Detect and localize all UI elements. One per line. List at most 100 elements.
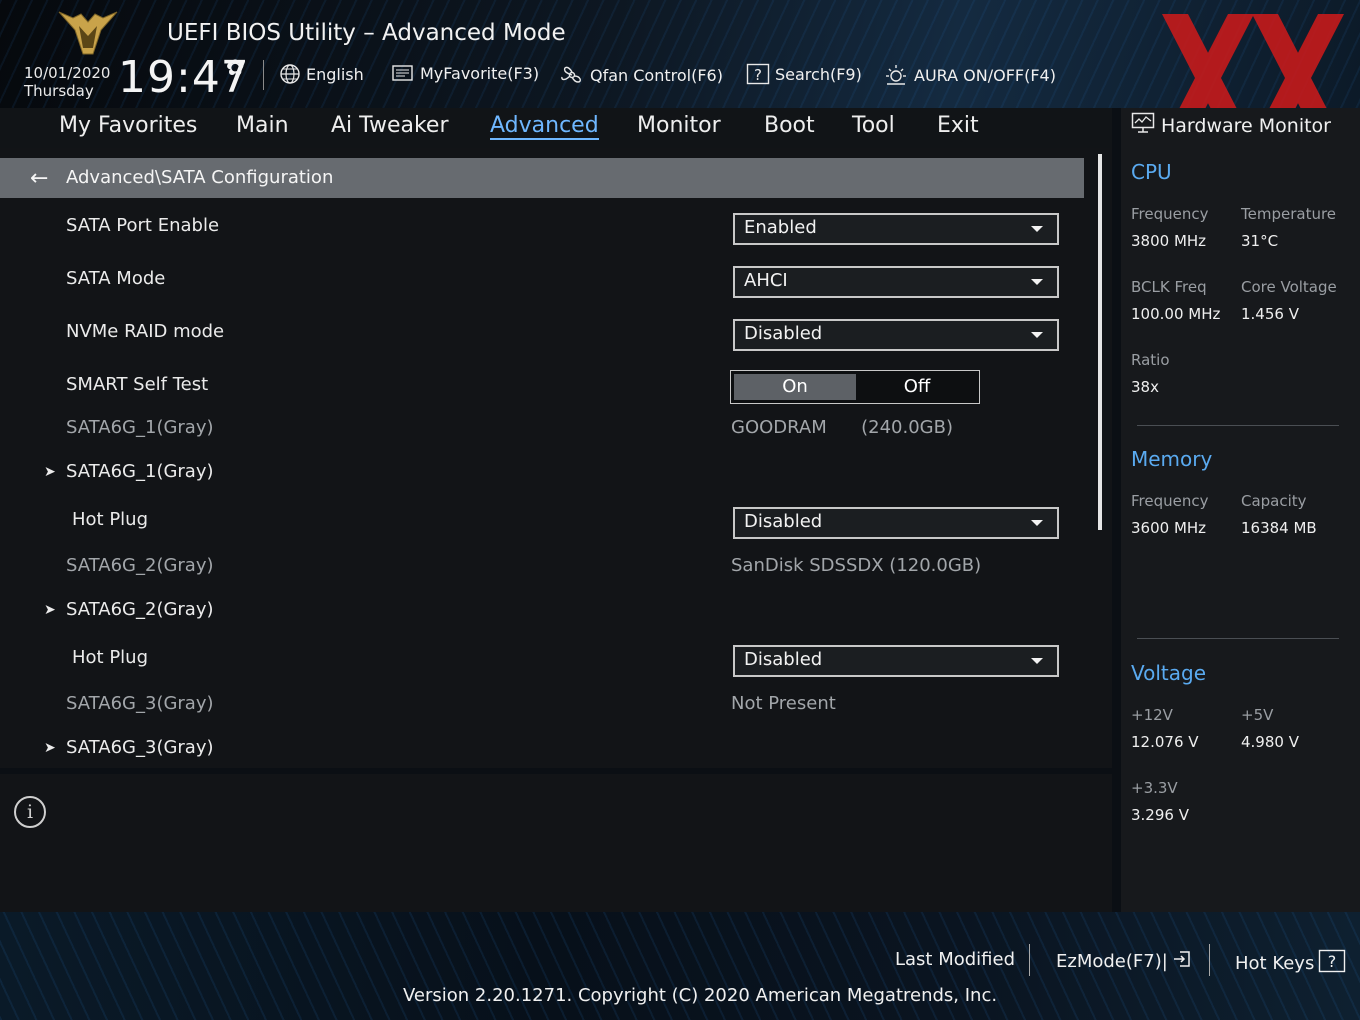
search-help-icon: ?: [746, 63, 770, 85]
back-arrow-icon[interactable]: ←: [30, 166, 48, 191]
tab-boot[interactable]: Boot: [764, 113, 815, 138]
port2-submenu[interactable]: SATA6G_2(Gray): [66, 599, 214, 620]
fan-icon: [559, 63, 585, 87]
aura-toggle-button[interactable]: AURA ON/OFF(F4): [883, 63, 1056, 87]
port3-submenu[interactable]: SATA6G_3(Gray): [66, 737, 214, 758]
port2-hotplug-dropdown[interactable]: Disabled: [733, 645, 1059, 677]
myfavorite-button[interactable]: MyFavorite(F3): [391, 63, 539, 83]
qfan-control-button[interactable]: Qfan Control(F6): [559, 63, 723, 87]
chevron-right-icon: ➤: [44, 602, 56, 618]
hardware-monitor-title: Hardware Monitor: [1131, 112, 1331, 139]
smart-self-test-label: SMART Self Test: [66, 374, 209, 395]
tab-main[interactable]: Main: [236, 113, 289, 138]
globe-icon: [279, 63, 301, 85]
date-display: 10/01/2020 Thursday: [24, 64, 110, 100]
footer-bar: Last Modified EzMode(F7)| Hot Keys ? Ver…: [0, 912, 1360, 1020]
smart-self-test-toggle[interactable]: On Off: [730, 370, 980, 404]
nvme-raid-label: NVMe RAID mode: [66, 321, 225, 342]
last-modified-button[interactable]: Last Modified: [895, 949, 1015, 970]
caret-down-icon: [1031, 279, 1043, 285]
scrollbar[interactable]: [1098, 154, 1102, 530]
language-button[interactable]: English: [279, 63, 364, 85]
hot-keys-button[interactable]: Hot Keys ?: [1235, 949, 1346, 978]
aura-label: AURA ON/OFF(F4): [914, 65, 1056, 85]
search-label: Search(F9): [775, 64, 862, 84]
nvme-raid-dropdown[interactable]: Disabled: [733, 319, 1059, 351]
voltage-heading: Voltage: [1131, 661, 1207, 685]
port2-hotplug-label: Hot Plug: [72, 647, 149, 668]
sata-port-enable-dropdown[interactable]: Enabled: [733, 213, 1059, 245]
v33-value: 3.296 V: [1131, 806, 1189, 824]
myfavorite-label: MyFavorite(F3): [420, 63, 540, 83]
info-icon: i: [14, 796, 46, 828]
caret-down-icon: [1031, 520, 1043, 526]
version-copyright: Version 2.20.1271. Copyright (C) 2020 Am…: [403, 985, 998, 1006]
v5-label: +5V: [1241, 706, 1274, 724]
weekday-value: Thursday: [24, 82, 94, 100]
sata-mode-dropdown[interactable]: AHCI: [733, 266, 1059, 298]
port3-device-value: Not Present: [731, 693, 836, 714]
breadcrumb[interactable]: ← Advanced\SATA Configuration: [0, 158, 1084, 198]
exit-icon: [1172, 949, 1192, 974]
favorite-icon: [391, 63, 415, 83]
caret-down-icon: [1031, 658, 1043, 664]
tab-tool[interactable]: Tool: [852, 113, 895, 138]
port1-hotplug-dropdown[interactable]: Disabled: [733, 507, 1059, 539]
section-divider: [1137, 425, 1339, 426]
hardware-monitor-label: Hardware Monitor: [1161, 114, 1331, 137]
monitor-icon: [1131, 112, 1155, 139]
memory-heading: Memory: [1131, 447, 1213, 471]
toggle-off-option[interactable]: Off: [857, 374, 977, 400]
tab-exit[interactable]: Exit: [937, 113, 979, 138]
cpu-frequency-label: Frequency: [1131, 205, 1209, 223]
tab-ai-tweaker[interactable]: Ai Tweaker: [331, 113, 449, 138]
sata-port-enable-label: SATA Port Enable: [66, 215, 220, 236]
dropdown-value: Enabled: [744, 217, 817, 238]
dropdown-value: AHCI: [744, 270, 788, 291]
memory-capacity-label: Capacity: [1241, 492, 1307, 510]
dropdown-value: Disabled: [744, 323, 823, 344]
search-button[interactable]: ? Search(F9): [746, 63, 862, 85]
memory-capacity-value: 16384 MB: [1241, 519, 1317, 537]
qfan-label: Qfan Control(F6): [590, 65, 723, 85]
tab-advanced[interactable]: Advanced: [490, 113, 599, 140]
ratio-label: Ratio: [1131, 351, 1170, 369]
bclk-label: BCLK Freq: [1131, 278, 1207, 296]
port3-info-label: SATA6G_3(Gray): [66, 693, 214, 714]
core-voltage-value: 1.456 V: [1241, 305, 1299, 323]
tab-my-favorites[interactable]: My Favorites: [59, 113, 197, 138]
footer-divider: [1209, 944, 1210, 976]
sata-mode-label: SATA Mode: [66, 268, 166, 289]
v12-label: +12V: [1131, 706, 1173, 724]
bclk-value: 100.00 MHz: [1131, 305, 1221, 323]
main-tab-bar: My Favorites Main Ai Tweaker Advanced Mo…: [0, 108, 1112, 148]
hardware-monitor-panel: Hardware Monitor CPU Frequency Temperatu…: [1121, 108, 1360, 912]
gear-icon[interactable]: ✿: [226, 56, 244, 81]
ratio-value: 38x: [1131, 378, 1159, 396]
header-divider: [263, 60, 264, 90]
language-label: English: [306, 64, 364, 84]
svg-text:?: ?: [754, 66, 762, 84]
help-icon: ?: [1318, 949, 1346, 978]
window-title: UEFI BIOS Utility – Advanced Mode: [167, 20, 566, 46]
ezmode-label: EzMode(F7)|: [1056, 951, 1168, 972]
port1-info-label: SATA6G_1(Gray): [66, 417, 214, 438]
breadcrumb-path: Advanced\SATA Configuration: [66, 167, 334, 188]
svg-text:?: ?: [1328, 952, 1337, 971]
v12-value: 12.076 V: [1131, 733, 1199, 751]
ezmode-button[interactable]: EzMode(F7)|: [1056, 949, 1192, 974]
port1-hotplug-label: Hot Plug: [72, 509, 149, 530]
port1-submenu[interactable]: SATA6G_1(Gray): [66, 461, 214, 482]
port1-device-value: GOODRAM (240.0GB): [731, 417, 953, 438]
core-voltage-label: Core Voltage: [1241, 278, 1337, 296]
cpu-temperature-value: 31°C: [1241, 232, 1279, 250]
tab-monitor[interactable]: Monitor: [637, 113, 721, 138]
footer-divider: [1029, 944, 1030, 976]
help-info-panel: i: [0, 774, 1112, 912]
memory-frequency-value: 3600 MHz: [1131, 519, 1207, 537]
date-value: 10/01/2020: [24, 64, 111, 82]
aura-icon: [883, 63, 909, 87]
toggle-on-option[interactable]: On: [734, 374, 856, 400]
port2-info-label: SATA6G_2(Gray): [66, 555, 214, 576]
port2-device-value: SanDisk SDSSDX (120.0GB): [731, 555, 982, 576]
